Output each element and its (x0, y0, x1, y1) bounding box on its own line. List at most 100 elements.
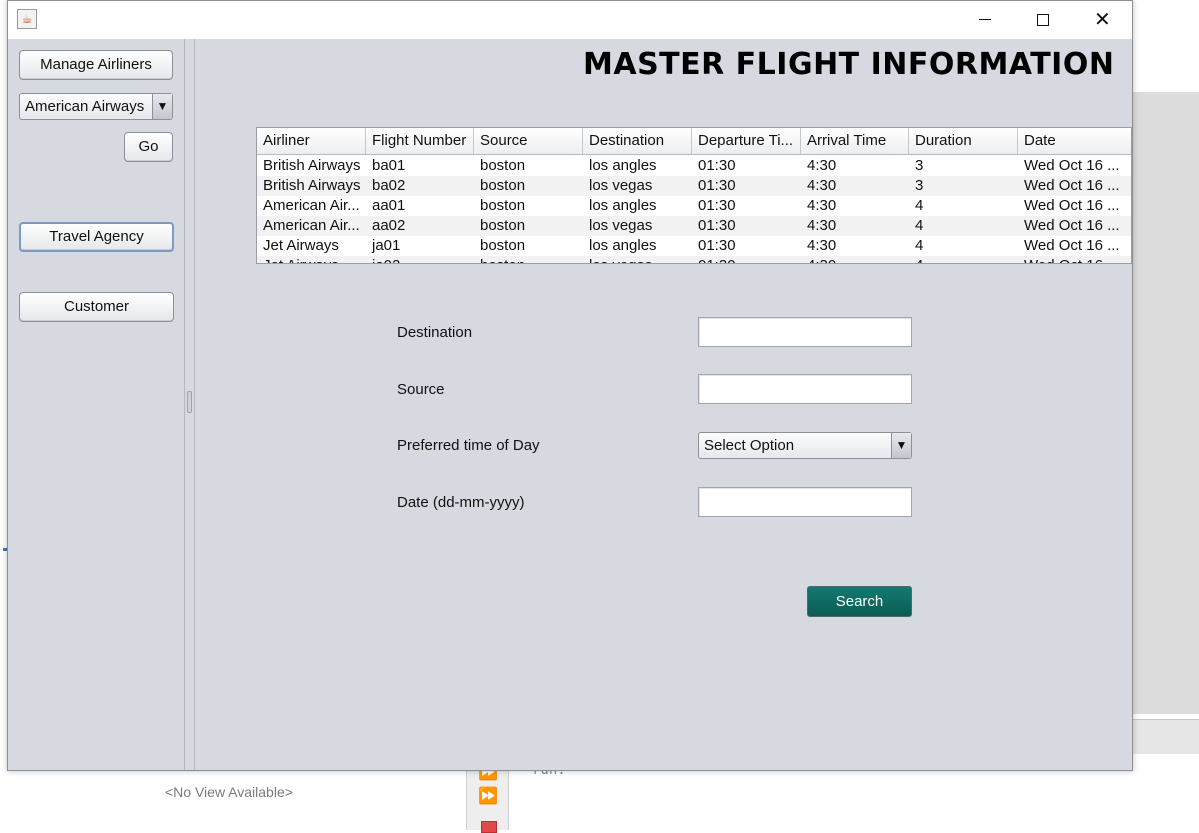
cell-destination: los vegas (583, 256, 692, 263)
cell-duration: 3 (915, 157, 924, 174)
close-button[interactable]: ✕ (1073, 1, 1131, 39)
cell-departure-time: 01:30 (692, 256, 801, 263)
cell-destination: los angles (589, 237, 657, 254)
cell-duration: 4 (915, 237, 924, 254)
cell-airliner: American Air... (263, 197, 360, 214)
column-header-destination[interactable]: Destination (583, 128, 692, 154)
app-window: ☕ ✕ Manage Airliners American Airways ▼ … (7, 0, 1133, 771)
column-header-departure-time[interactable]: Departure Ti... (692, 128, 801, 154)
cell-departure-time: 01:30 (698, 237, 736, 254)
table-row[interactable]: Jet Airways ja02 boston los vegas 01:30 … (257, 256, 1131, 263)
date-label: Date (dd-mm-yyyy) (397, 494, 525, 511)
column-header-arrival-time[interactable]: Arrival Time (801, 128, 909, 154)
cell-flight-number: ja01 (372, 237, 401, 254)
cell-departure-time: 01:30 (698, 177, 736, 194)
sidebar: Manage Airliners American Airways ▼ Go T… (8, 39, 184, 770)
destination-label: Destination (397, 324, 473, 341)
cell-arrival-time: 4:30 (807, 157, 837, 174)
maximize-icon (1037, 14, 1049, 26)
cell-flight-number: ba01 (372, 157, 406, 174)
cell-date: Wed Oct 16 ... (1024, 197, 1120, 214)
cell-airliner: Jet Airways (257, 256, 366, 263)
column-header-flight-number[interactable]: Flight Number (366, 128, 474, 154)
main-panel: MASTER FLIGHT INFORMATION Airliner Fligh… (195, 39, 1132, 770)
preferred-time-value: Select Option (704, 437, 795, 454)
no-view-label: <No View Available> (165, 784, 293, 800)
cell-date: Wed Oct 16 ... (1018, 256, 1131, 263)
cell-source: boston (480, 237, 526, 254)
preferred-time-select[interactable]: Select Option ▼ (698, 432, 912, 459)
table-row[interactable]: American Air... aa01 boston los angles 0… (257, 196, 1131, 216)
split-pane-divider[interactable] (184, 39, 195, 770)
cell-duration: 4 (915, 217, 924, 234)
cell-date: Wed Oct 16 ... (1024, 157, 1120, 174)
airline-select[interactable]: American Airways ▼ (19, 93, 173, 120)
cell-destination: los vegas (589, 177, 653, 194)
destination-input[interactable] (698, 317, 912, 347)
cell-source: boston (480, 177, 526, 194)
cell-duration: 3 (915, 177, 924, 194)
title-bar[interactable]: ☕ ✕ (8, 1, 1132, 39)
cell-duration: 4 (909, 256, 1018, 263)
cell-destination: los angles (589, 197, 657, 214)
table-header: Airliner Flight Number Source Destinatio… (257, 128, 1131, 155)
rerun-with-args-icon[interactable]: ⏩ (478, 788, 498, 806)
travel-agency-button[interactable]: Travel Agency (19, 222, 174, 252)
table-row[interactable]: British Airways ba02 boston los vegas 01… (257, 176, 1131, 196)
column-header-date[interactable]: Date (1018, 128, 1131, 154)
table-row[interactable]: American Air... aa02 boston los vegas 01… (257, 216, 1131, 236)
minimize-icon (979, 19, 991, 20)
cell-flight-number: ja02 (366, 256, 474, 263)
cell-arrival-time: 4:30 (801, 256, 909, 263)
cell-arrival-time: 4:30 (807, 237, 837, 254)
cell-airliner: British Airways (263, 177, 361, 194)
maximize-button[interactable] (1014, 1, 1072, 39)
cell-duration: 4 (915, 197, 924, 214)
manage-airliners-button[interactable]: Manage Airliners (19, 50, 173, 80)
customer-button[interactable]: Customer (19, 292, 174, 322)
cell-departure-time: 01:30 (698, 197, 736, 214)
column-header-source[interactable]: Source (474, 128, 583, 154)
cell-airliner: British Airways (263, 157, 361, 174)
stop-icon[interactable] (481, 821, 497, 833)
cell-departure-time: 01:30 (698, 157, 736, 174)
column-header-airliner[interactable]: Airliner (257, 128, 366, 154)
navigator-panel (0, 770, 466, 830)
source-input[interactable] (698, 374, 912, 404)
cell-destination: los vegas (589, 217, 653, 234)
background-output-header (1132, 720, 1199, 754)
cell-source: boston (480, 157, 526, 174)
page-title: MASTER FLIGHT INFORMATION (583, 47, 1115, 82)
table-body: British Airways ba01 boston los angles 0… (257, 156, 1131, 263)
cell-flight-number: ba02 (372, 177, 406, 194)
background-editor-area (1132, 92, 1199, 714)
table-row[interactable]: British Airways ba01 boston los angles 0… (257, 156, 1131, 176)
cell-arrival-time: 4:30 (807, 197, 837, 214)
divider-grip[interactable] (187, 391, 192, 413)
chevron-down-icon[interactable]: ▼ (891, 433, 911, 458)
cell-source: boston (480, 197, 526, 214)
source-label: Source (397, 381, 445, 398)
cell-destination: los angles (589, 157, 657, 174)
cell-date: Wed Oct 16 ... (1024, 237, 1120, 254)
chevron-down-icon[interactable]: ▼ (152, 94, 172, 119)
search-button[interactable]: Search (807, 586, 912, 617)
java-app-icon[interactable]: ☕ (17, 9, 37, 29)
cell-airliner: Jet Airways (263, 237, 339, 254)
cell-flight-number: aa01 (372, 197, 406, 214)
cell-arrival-time: 4:30 (807, 177, 837, 194)
preferred-time-label: Preferred time of Day (397, 437, 540, 454)
table-row[interactable]: Jet Airways ja01 boston los angles 01:30… (257, 236, 1131, 256)
cell-flight-number: aa02 (372, 217, 406, 234)
go-button[interactable]: Go (124, 132, 173, 162)
close-icon: ✕ (1094, 9, 1111, 31)
cell-date: Wed Oct 16 ... (1024, 177, 1120, 194)
minimize-button[interactable] (957, 1, 1015, 39)
cell-source: boston (474, 256, 583, 263)
cell-date: Wed Oct 16 ... (1024, 217, 1120, 234)
date-input[interactable] (698, 487, 912, 517)
column-header-duration[interactable]: Duration (909, 128, 1018, 154)
airline-select-value: American Airways (25, 98, 145, 115)
cell-departure-time: 01:30 (698, 217, 736, 234)
flights-table[interactable]: Airliner Flight Number Source Destinatio… (256, 127, 1132, 264)
